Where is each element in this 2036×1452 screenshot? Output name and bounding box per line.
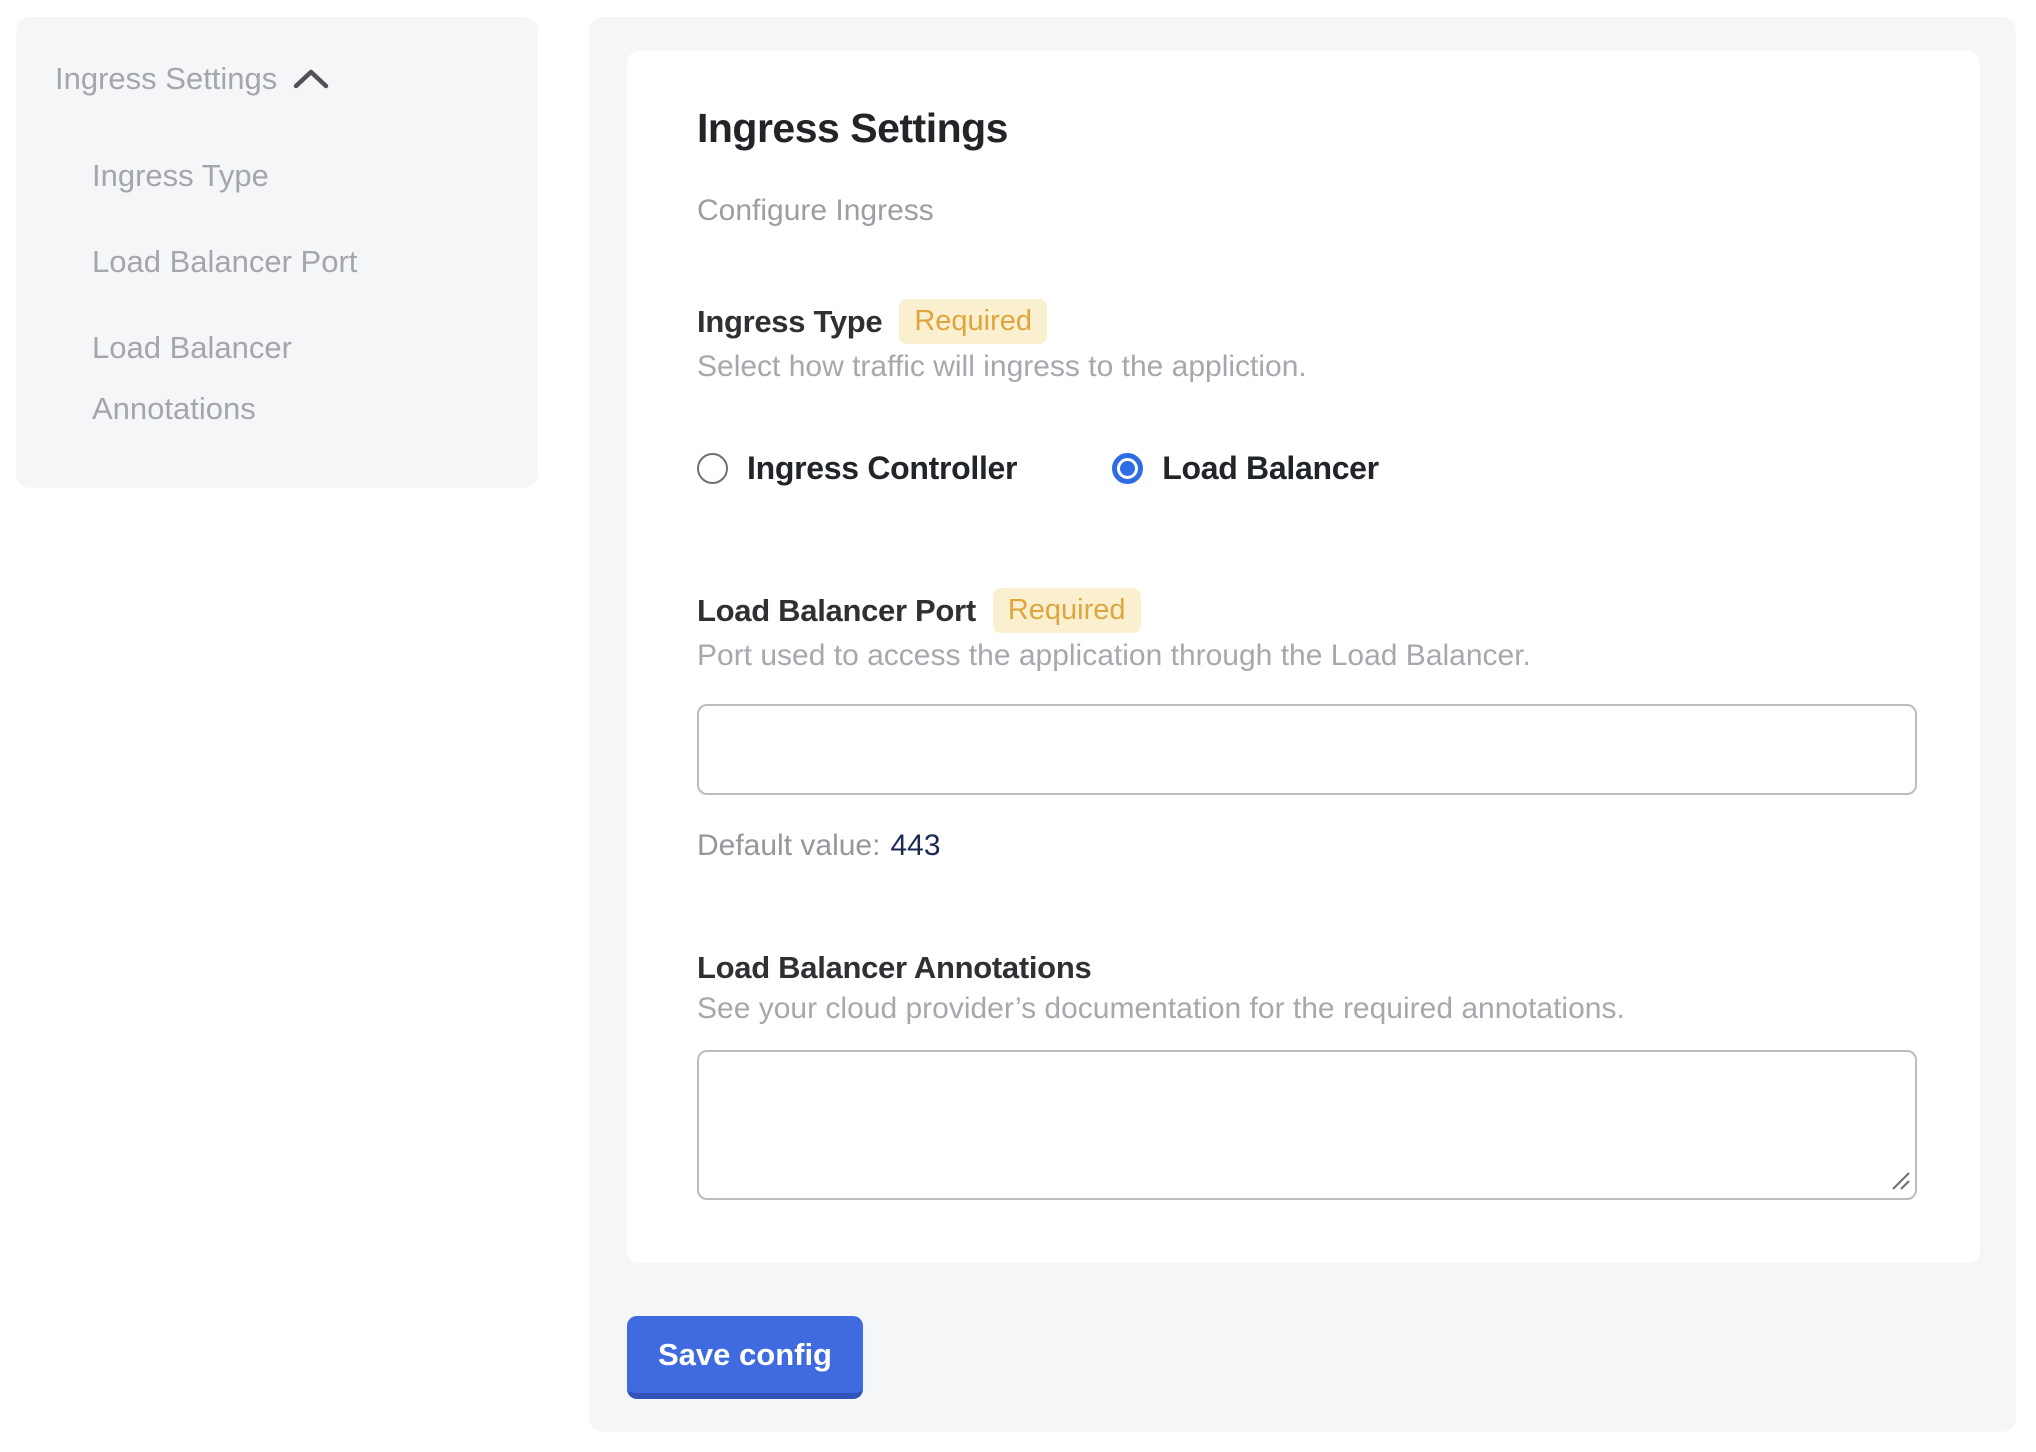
load-balancer-port-description: Port used to access the application thro…	[697, 639, 1917, 673]
radio-label: Ingress Controller	[747, 450, 1017, 487]
radio-option-ingress-controller[interactable]: Ingress Controller	[697, 450, 1017, 487]
load-balancer-annotations-description: See your cloud provider’s documentation …	[697, 992, 1917, 1026]
nav-group-label: Ingress Settings	[55, 61, 277, 97]
page-title: Ingress Settings	[697, 105, 1917, 152]
ingress-type-options: Ingress Controller Load Balancer	[697, 450, 1917, 487]
nav-items-list: Ingress Type Load Balancer Port Load Bal…	[92, 145, 508, 439]
nav-item-load-balancer-annotations[interactable]: Load Balancer Annotations	[92, 317, 422, 439]
resize-handle-icon[interactable]	[1890, 1170, 1912, 1192]
ingress-type-description: Select how traffic will ingress to the a…	[697, 350, 1917, 384]
field-ingress-type: Ingress Type Required Select how traffic…	[697, 299, 1917, 487]
ingress-type-label: Ingress Type	[697, 304, 882, 340]
page-subtitle: Configure Ingress	[697, 194, 1917, 228]
save-config-button[interactable]: Save config	[627, 1316, 863, 1399]
radio-icon[interactable]	[697, 453, 728, 484]
load-balancer-port-input[interactable]	[697, 704, 1917, 795]
radio-label: Load Balancer	[1162, 450, 1379, 487]
load-balancer-annotations-textarea[interactable]	[697, 1050, 1917, 1200]
required-badge: Required	[993, 588, 1141, 633]
required-badge: Required	[899, 299, 1047, 344]
settings-nav-sidebar: Ingress Settings Ingress Type Load Balan…	[16, 17, 538, 488]
main-panel: Ingress Settings Configure Ingress Ingre…	[589, 17, 2016, 1432]
chevron-up-icon	[293, 68, 329, 90]
nav-item-ingress-type[interactable]: Ingress Type	[92, 145, 422, 206]
load-balancer-annotations-label: Load Balancer Annotations	[697, 950, 1091, 986]
default-value-row: Default value: 443	[697, 829, 1917, 863]
field-load-balancer-annotations: Load Balancer Annotations See your cloud…	[697, 950, 1917, 1200]
default-value-label: Default value:	[697, 829, 880, 862]
load-balancer-port-label: Load Balancer Port	[697, 593, 976, 629]
ingress-settings-card: Ingress Settings Configure Ingress Ingre…	[627, 51, 1980, 1263]
radio-option-load-balancer[interactable]: Load Balancer	[1112, 450, 1379, 487]
radio-icon[interactable]	[1112, 453, 1143, 484]
field-load-balancer-port: Load Balancer Port Required Port used to…	[697, 588, 1917, 863]
nav-item-load-balancer-port[interactable]: Load Balancer Port	[92, 231, 422, 292]
default-value: 443	[890, 829, 940, 862]
nav-group-ingress-settings[interactable]: Ingress Settings	[55, 61, 508, 97]
